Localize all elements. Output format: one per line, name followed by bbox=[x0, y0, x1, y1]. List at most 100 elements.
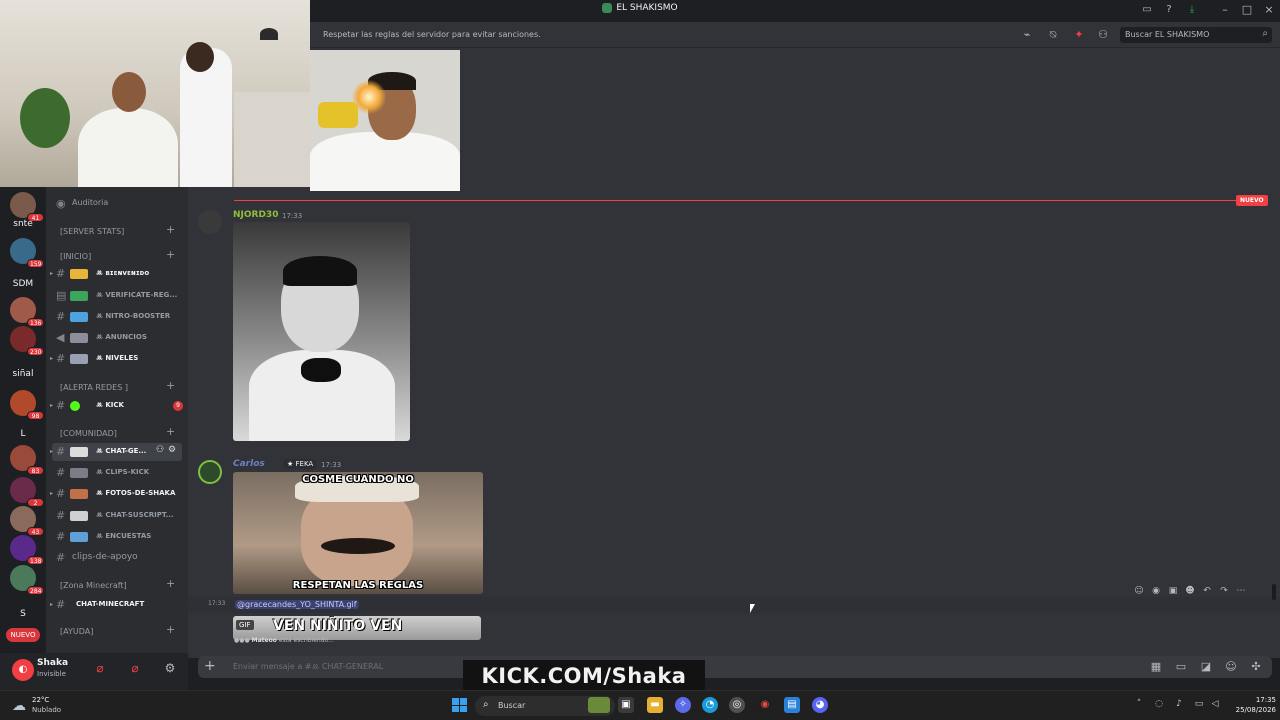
minimize-icon[interactable]: – bbox=[1218, 3, 1232, 16]
server-icon[interactable]: 43 bbox=[10, 506, 44, 536]
channel-auditoria[interactable]: ◉ Auditoria bbox=[52, 195, 182, 213]
start-button[interactable] bbox=[452, 698, 467, 712]
members-icon[interactable]: ⚇ bbox=[1096, 28, 1110, 41]
add-channel-icon[interactable]: + bbox=[166, 577, 175, 590]
reply-icon[interactable]: ↶ bbox=[1200, 586, 1214, 596]
add-attachment-icon[interactable]: + bbox=[204, 658, 216, 674]
more-options-icon[interactable]: ⋯ bbox=[1234, 586, 1248, 596]
tray-chevron-icon[interactable]: ˄ bbox=[1132, 699, 1146, 709]
discord-icon[interactable]: ◕ bbox=[812, 697, 828, 713]
headphones-muted-icon[interactable]: ⌀ bbox=[127, 661, 143, 675]
message-image[interactable] bbox=[310, 50, 460, 191]
inbox-icon[interactable]: ▭ bbox=[1140, 4, 1154, 15]
channel-verificate[interactable]: ▤ ꔛ VERIFICATE-REG... bbox=[52, 287, 182, 305]
category-ayuda[interactable]: [AYUDA] bbox=[60, 627, 93, 636]
server-icon[interactable]: L bbox=[5, 429, 41, 439]
file-explorer-icon[interactable]: ▬ bbox=[647, 697, 663, 713]
channel-bienvenido[interactable]: ▸ # ꔛ ʙɪᴇɴᴠᴇɴɪᴅᴏ bbox=[50, 265, 182, 283]
channel-anuncios[interactable]: ◀ ꔛ ANUNCIOS bbox=[52, 329, 182, 347]
message-input[interactable]: Enviar mensaje a #ꔛ CHAT-GENERAL bbox=[233, 662, 383, 672]
task-view-icon[interactable]: ▣ bbox=[618, 697, 634, 713]
channel-clips-kick[interactable]: # ꔛ CLIPS-KICK bbox=[52, 464, 182, 482]
display-icon[interactable]: ▭ bbox=[1192, 699, 1206, 709]
gift-icon[interactable]: ▦ bbox=[1148, 660, 1164, 673]
server-icon[interactable]: 98 bbox=[10, 390, 44, 420]
reaction-sticker-icon[interactable]: ◉ bbox=[1149, 586, 1163, 596]
chrome-icon[interactable]: ◉ bbox=[757, 697, 773, 713]
mic-icon[interactable]: ♪ bbox=[1172, 699, 1186, 709]
reaction-laugh-icon[interactable]: ☺ bbox=[1132, 586, 1146, 596]
category-comunidad[interactable]: [COMUNIDAD] bbox=[60, 429, 117, 438]
server-icon[interactable]: 83 bbox=[10, 445, 44, 475]
channel-encuestas[interactable]: # ꔛ ENCUESTAS bbox=[52, 528, 182, 546]
threads-icon[interactable]: ⌁ bbox=[1020, 28, 1034, 41]
server-icon[interactable]: 284 bbox=[10, 565, 45, 595]
settings-icon[interactable]: ⚙ bbox=[168, 445, 176, 455]
reaction-image-icon[interactable]: ▣ bbox=[1166, 586, 1180, 596]
category-minecraft[interactable]: [Zona Minecraft] bbox=[60, 581, 127, 590]
volume-icon[interactable]: ◁ bbox=[1208, 699, 1222, 709]
search-box[interactable]: Buscar EL SHAKISMO ⌕ bbox=[1120, 27, 1272, 43]
server-icon[interactable]: S bbox=[5, 609, 41, 619]
message-image[interactable] bbox=[233, 222, 410, 441]
avatar[interactable] bbox=[198, 210, 222, 234]
category-inicio[interactable]: [INICIO] bbox=[60, 252, 91, 261]
weather-temp[interactable]: 22°C bbox=[32, 696, 49, 704]
tray-app-icon[interactable]: ◌ bbox=[1152, 699, 1166, 709]
server-icon[interactable]: siñal bbox=[5, 369, 41, 379]
user-avatar[interactable]: ◐ bbox=[12, 659, 34, 681]
obs-icon[interactable]: ◎ bbox=[729, 697, 745, 713]
scrollbar[interactable] bbox=[1272, 584, 1276, 600]
clock-date[interactable]: 25/08/2026 bbox=[1226, 706, 1276, 714]
channel-kick[interactable]: ▸ # ꔛ KICK 9 bbox=[50, 397, 183, 415]
download-icon[interactable]: ⤓ bbox=[1185, 4, 1199, 15]
add-channel-icon[interactable]: + bbox=[166, 248, 175, 261]
clock-time[interactable]: 17:35 bbox=[1240, 696, 1276, 704]
help-icon[interactable]: ? bbox=[1162, 4, 1176, 15]
maximize-icon[interactable]: □ bbox=[1240, 3, 1254, 16]
copilot-icon[interactable]: ✧ bbox=[675, 697, 691, 713]
channel-fotos[interactable]: ▸ # ꔛ FOTOS-DE-SHAKA bbox=[50, 485, 182, 503]
message-row-hovered[interactable]: 17:33 @gracecandes_YO_SHINTA.gif bbox=[188, 597, 1280, 613]
search-highlight-icon[interactable] bbox=[588, 697, 610, 713]
channel-niveles[interactable]: ▸ # ꔛ NIVELES bbox=[50, 350, 182, 368]
notifications-muted-icon[interactable]: ⍉ bbox=[1046, 28, 1060, 42]
channel-clips-de-apoyo[interactable]: # clips-de-apoyo bbox=[52, 549, 182, 567]
search-input[interactable]: Buscar EL SHAKISMO bbox=[1125, 30, 1209, 39]
channel-topic[interactable]: Respetar las reglas del servidor para ev… bbox=[323, 30, 541, 39]
server-icon[interactable]: snte bbox=[5, 219, 41, 229]
forward-icon[interactable]: ↷ bbox=[1217, 586, 1231, 596]
gif-icon[interactable]: ▭ bbox=[1173, 660, 1189, 673]
notepad-icon[interactable]: ▤ bbox=[784, 697, 800, 713]
cloud-icon[interactable]: ☁ bbox=[12, 698, 26, 714]
message-author[interactable]: NJORD30 bbox=[233, 210, 278, 220]
channel-chat-minecraft[interactable]: ▸ # CHAT-MINECRAFT bbox=[50, 596, 182, 614]
category-alerta[interactable]: [ALERTA REDES ] bbox=[60, 383, 128, 392]
channel-nitro[interactable]: # ꔛ NITRO-BOOSTER bbox=[52, 308, 182, 326]
sticker-icon[interactable]: ◪ bbox=[1198, 660, 1214, 673]
invite-icon[interactable]: ⚇ bbox=[156, 445, 164, 455]
message-author[interactable]: Carlos bbox=[233, 459, 265, 469]
message-image[interactable]: COSME CUANDO NO RESPETAN LAS REGLAS bbox=[233, 472, 483, 594]
new-servers-pill[interactable]: NUEVO bbox=[6, 628, 40, 642]
pinned-icon[interactable]: ✦ bbox=[1072, 28, 1086, 41]
add-reaction-icon[interactable]: ☻ bbox=[1183, 586, 1197, 596]
user-settings-icon[interactable]: ⚙ bbox=[162, 661, 178, 675]
server-icon[interactable]: 136 bbox=[10, 297, 45, 327]
apps-icon[interactable]: ✣ bbox=[1248, 660, 1264, 673]
mic-muted-icon[interactable]: ⌀ bbox=[92, 661, 108, 675]
category-server-stats[interactable]: [SERVER STATS] bbox=[60, 227, 124, 236]
server-icon[interactable]: 41 bbox=[10, 192, 44, 222]
mention-link[interactable]: @gracecandes_YO_SHINTA.gif bbox=[235, 600, 359, 609]
add-channel-icon[interactable]: + bbox=[166, 223, 175, 236]
channel-chat-suscript[interactable]: # ꔛ CHAT-SUSCRIPT... bbox=[52, 507, 182, 525]
server-icon[interactable]: SDM bbox=[5, 279, 41, 289]
server-icon[interactable]: 138 bbox=[10, 535, 45, 565]
server-icon[interactable]: 230 bbox=[10, 326, 45, 356]
server-icon[interactable]: 159 bbox=[10, 238, 45, 268]
message-composer[interactable]: + Enviar mensaje a #ꔛ CHAT-GENERAL ▦ ▭ ◪… bbox=[198, 656, 1272, 678]
emoji-icon[interactable]: ☺ bbox=[1223, 660, 1239, 673]
add-channel-icon[interactable]: + bbox=[166, 425, 175, 438]
close-icon[interactable]: × bbox=[1262, 3, 1276, 16]
user-name[interactable]: Shaka bbox=[37, 658, 68, 668]
